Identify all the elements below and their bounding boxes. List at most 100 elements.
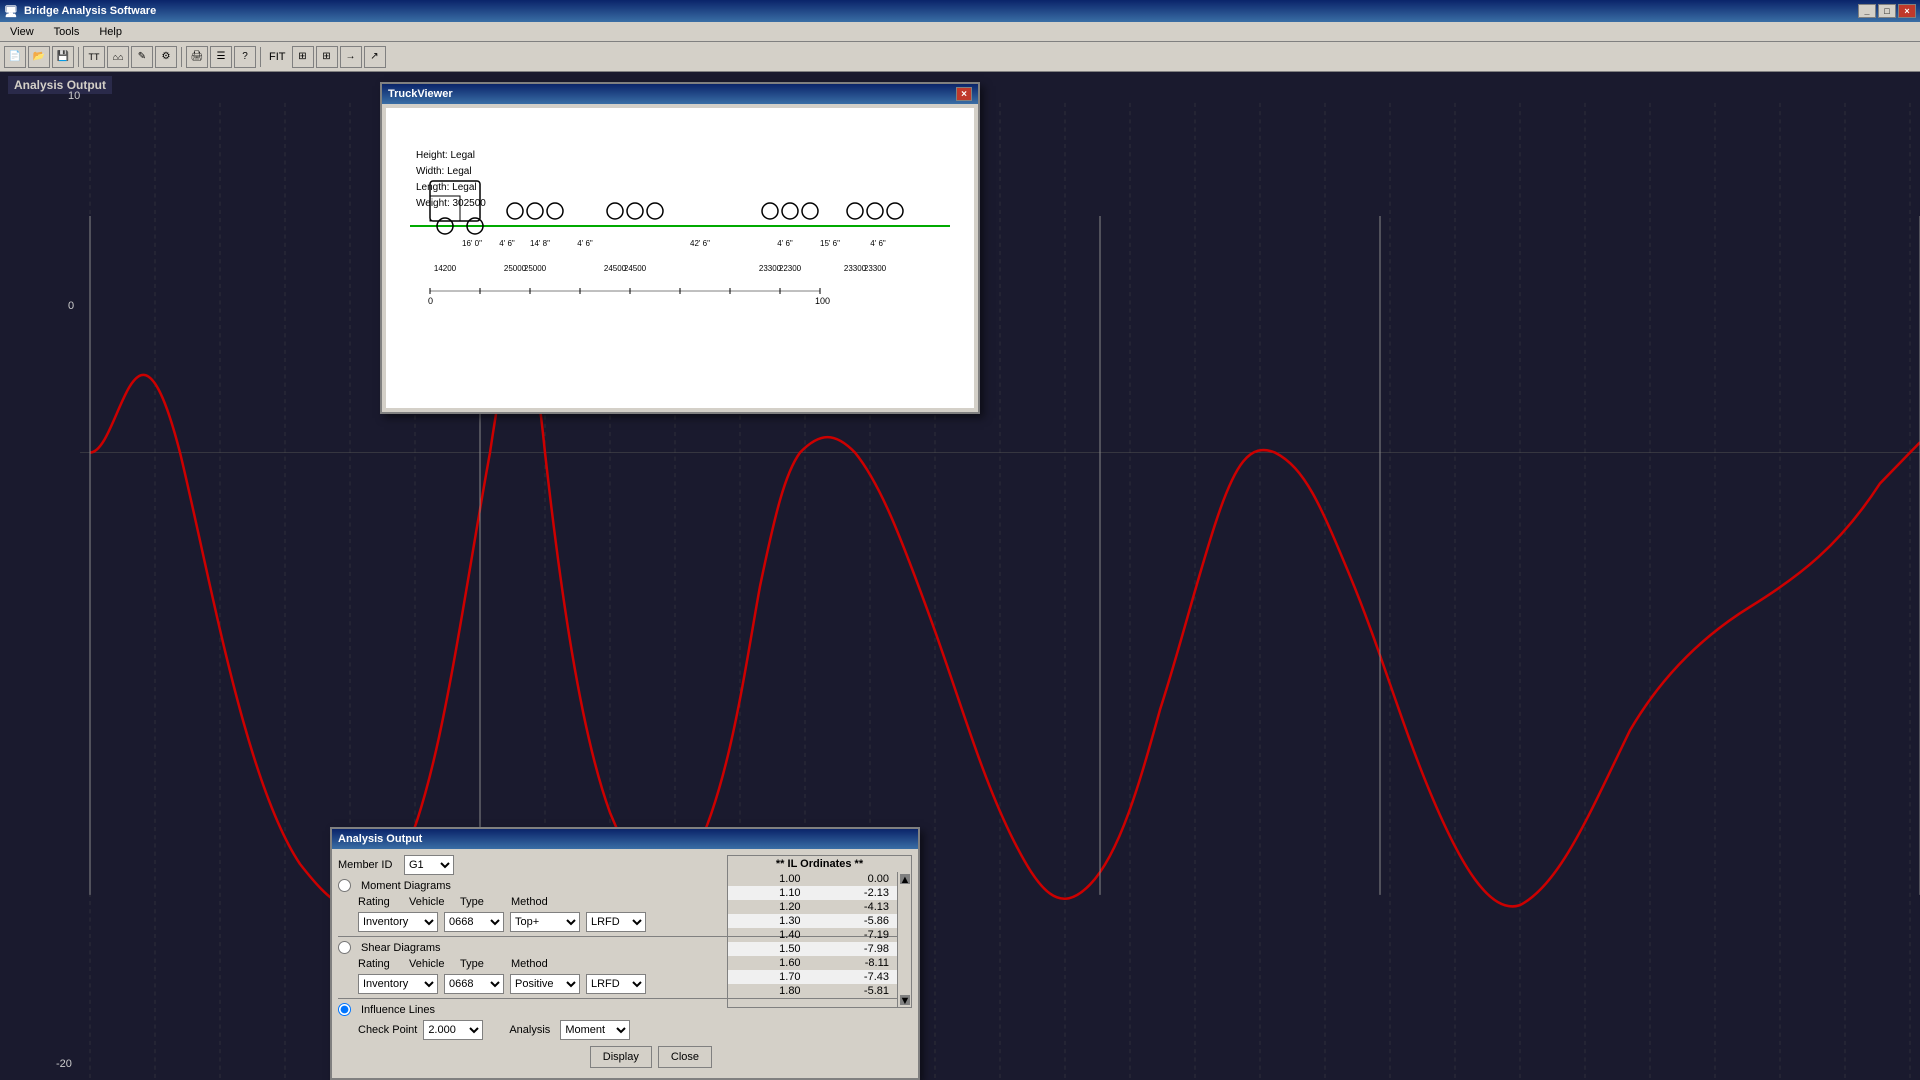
moment-rating-select[interactable]: Inventory [358,912,438,932]
il-header: ** IL Ordinates ** [727,855,912,872]
il-val-5: -7.98 [809,942,897,956]
il-val-0: 0.00 [809,872,897,886]
menu-tools[interactable]: Tools [48,24,86,40]
il-val-3: -5.86 [809,914,897,928]
toolbar-sep-2 [181,47,182,67]
svg-text:100: 100 [815,296,830,306]
tool-new[interactable]: 📄 [4,46,26,68]
truck-height: Height: Legal [416,148,486,164]
maximize-button[interactable]: □ [1878,4,1896,18]
analysis-output-dialog: Analysis Output Member ID G1 C.P. Value … [330,827,920,1080]
il-val-7: -7.43 [809,970,897,984]
title-bar: 🖥 Bridge Analysis Software _ □ × [0,0,1920,22]
il-row-6: 1.60-8.11 [728,956,897,970]
svg-text:23300: 23300 [864,264,887,273]
svg-text:14200: 14200 [434,264,457,273]
close-button[interactable]: Close [658,1046,712,1068]
il-row-1: 1.10-2.13 [728,886,897,900]
shear-method-label: Method [511,958,556,970]
svg-text:16' 0": 16' 0" [462,239,482,248]
moment-rating-label: Rating [358,896,403,908]
il-cp-8: 1.80 [728,984,809,998]
toolbar: 📄 📂 💾 TT ⌂⌂ ✎ ⚙ 🖨 ☰ ? FIT ⊞ ⊞ → ↗ [0,42,1920,72]
influence-section: Influence Lines Check Point 2.000 Analys… [338,1003,912,1040]
moment-diagrams-radio[interactable] [338,879,351,892]
il-cp-3: 1.30 [728,914,809,928]
analysis-type-select[interactable]: Moment [560,1020,630,1040]
analysis-label-field: Analysis [509,1024,554,1036]
scroll-up-arrow[interactable]: ▲ [900,874,910,884]
tool-1[interactable]: TT [83,46,105,68]
truck-viewer-content: Height: Legal Width: Legal Length: Legal… [386,108,974,408]
analysis-output-title-text: Analysis Output [338,833,422,845]
moment-type-select[interactable]: Top+ [510,912,580,932]
display-button[interactable]: Display [590,1046,652,1068]
analysis-output-dialog-title: Analysis Output [332,829,918,849]
il-table-wrapper: 1.000.00 1.10-2.13 1.20-4.13 1.30-5.86 1… [727,872,912,1008]
il-scrollbar[interactable]: ▲ ▼ [897,872,911,1007]
minimize-button[interactable]: _ [1858,4,1876,18]
il-cp-7: 1.70 [728,970,809,984]
influence-lines-label: Influence Lines [361,1004,435,1016]
shear-vehicle-label: Vehicle [409,958,454,970]
il-row-5: 1.50-7.98 [728,942,897,956]
il-row-4: 1.40-7.19 [728,928,897,942]
moment-type-label: Type [460,896,505,908]
dialog-content: Member ID G1 C.P. Value ** IL Ordinates … [332,849,918,1078]
il-ordinates-panel: ** IL Ordinates ** 1.000.00 1.10-2.13 1.… [727,855,912,1008]
il-table: 1.000.00 1.10-2.13 1.20-4.13 1.30-5.86 1… [728,872,897,998]
truck-info-panel: Height: Legal Width: Legal Length: Legal… [416,148,486,212]
il-data-area: 1.000.00 1.10-2.13 1.20-4.13 1.30-5.86 1… [728,872,897,1007]
il-cp-1: 1.10 [728,886,809,900]
il-row-7: 1.70-7.43 [728,970,897,984]
svg-text:24500: 24500 [624,264,647,273]
fit-label: FIT [265,51,290,63]
member-id-label: Member ID [338,859,398,871]
shear-diagrams-label: Shear Diagrams [361,942,440,954]
tool-fit[interactable]: ⊞ [292,46,314,68]
toolbar-sep-3 [260,47,261,67]
app-title: Bridge Analysis Software [24,5,156,17]
moment-vehicle-select[interactable]: 0668 [444,912,504,932]
tool-arrow[interactable]: ↗ [364,46,386,68]
il-cp-0: 1.00 [728,872,809,886]
shear-rating-select[interactable]: Inventory [358,974,438,994]
shear-type-select[interactable]: Positive [510,974,580,994]
scroll-down-arrow[interactable]: ▼ [900,995,910,1005]
tool-4[interactable]: ⚙ [155,46,177,68]
tool-open[interactable]: 📂 [28,46,50,68]
moment-diagrams-label: Moment Diagrams [361,880,451,892]
influence-lines-radio[interactable] [338,1003,351,1016]
close-button[interactable]: × [1898,4,1916,18]
truck-viewer-close-button[interactable]: × [956,87,972,101]
check-point-select[interactable]: 2.000 [423,1020,483,1040]
member-id-select[interactable]: G1 [404,855,454,875]
tool-save[interactable]: 💾 [52,46,74,68]
shear-vehicle-select[interactable]: 0668 [444,974,504,994]
menu-help[interactable]: Help [93,24,128,40]
tool-6[interactable]: ? [234,46,256,68]
tool-zoom1[interactable]: ⊞ [316,46,338,68]
moment-method-select[interactable]: LRFD [586,912,646,932]
il-row-3: 1.30-5.86 [728,914,897,928]
influence-controls-row: Check Point 2.000 Analysis Moment [358,1020,912,1040]
svg-text:14' 8": 14' 8" [530,239,550,248]
svg-text:4' 6": 4' 6" [577,239,593,248]
tool-print[interactable]: 🖨 [186,46,208,68]
truck-length: Length: Legal [416,180,486,196]
window-controls: _ □ × [1858,4,1916,18]
shear-diagrams-radio[interactable] [338,941,351,954]
il-row-0: 1.000.00 [728,872,897,886]
tool-3[interactable]: ✎ [131,46,153,68]
shear-method-select[interactable]: LRFD [586,974,646,994]
tool-2[interactable]: ⌂⌂ [107,46,129,68]
moment-method-label: Method [511,896,556,908]
truck-weight: Weight: 302500 [416,196,486,212]
il-val-1: -2.13 [809,886,897,900]
il-val-8: -5.81 [809,984,897,998]
tool-5[interactable]: ☰ [210,46,232,68]
menu-view[interactable]: View [4,24,40,40]
tool-zoom2[interactable]: → [340,46,362,68]
svg-text:0: 0 [428,296,433,306]
il-cp-4: 1.40 [728,928,809,942]
